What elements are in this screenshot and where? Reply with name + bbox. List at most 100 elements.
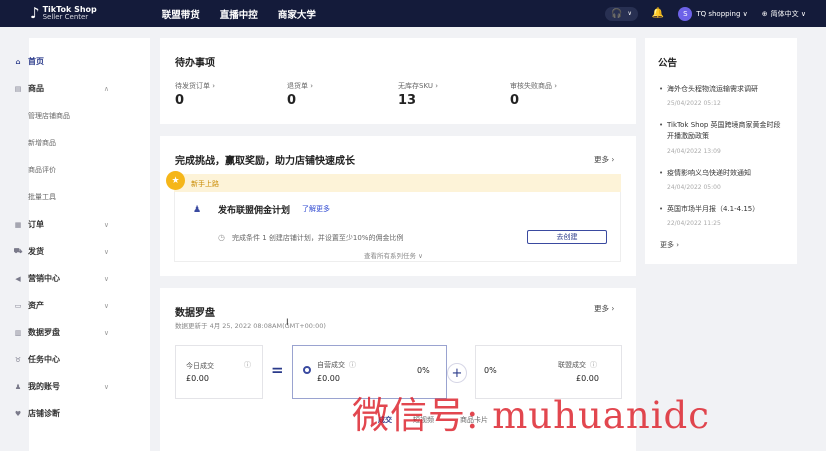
challenge-more-link[interactable]: 更多 › [594, 154, 614, 165]
sidebar-item-data-compass[interactable]: ▥ 数据罗盘 ∨ [0, 327, 121, 338]
todo-returns-link[interactable]: 退货单 › [287, 81, 313, 91]
today-sales-box[interactable]: 今日成交 ⓘ £0.00 [175, 345, 263, 399]
today-sales-label: 今日成交 [186, 362, 214, 370]
tiktok-shop-logo[interactable]: ♪ TikTok Shop Seller Center [30, 6, 97, 21]
announcement-title: 公告 [658, 58, 678, 69]
info-icon: ⓘ [244, 361, 251, 369]
todo-pending-shipment-value: 0 [175, 93, 185, 108]
sidebar-item-label: 数据罗盘 [28, 328, 60, 337]
sidebar-item-label: 我的账号 [28, 382, 60, 391]
todo-title: 待办事项 [175, 58, 215, 69]
todo-no-stock-value: 13 [398, 93, 417, 108]
announcement-date: 24/04/2022 13:09 [667, 148, 721, 155]
task-condition: 完成条件 1 创建店铺计划，并设置至少10%的佣金比例 [232, 234, 404, 242]
medal-icon: ★ [166, 171, 185, 190]
radio-selected[interactable] [303, 366, 311, 374]
sidebar-item-shipping[interactable]: ⛟ 发货 ∨ [0, 246, 121, 257]
sidebar-item-home[interactable]: ⌂ 首页 [0, 56, 121, 67]
chevron-down-icon: ∨ [103, 247, 109, 256]
sidebar-item-label: 商品 [28, 84, 44, 93]
info-icon: ⓘ [590, 361, 597, 369]
challenge-title: 完成挑战，赢取奖励，助力店铺快速成长 [175, 156, 355, 167]
announcement-item[interactable]: 英国市场半月报（4.1-4.15） [667, 204, 785, 215]
assets-icon: ▭ [14, 301, 22, 310]
language-switcher[interactable]: 简体中文 ∨ [771, 9, 806, 19]
sidebar-item-label: 首页 [28, 57, 44, 66]
account-icon: ♟ [14, 382, 22, 391]
marketing-icon: ◀ [15, 274, 21, 283]
affiliate-sales-label: 联盟成交 [558, 361, 586, 369]
sidebar-item-assets[interactable]: ▭ 资产 ∨ [0, 300, 121, 311]
affiliate-sales-percent: 0% [484, 366, 497, 375]
task-icon: ♉ [14, 355, 22, 364]
support-button[interactable]: 🎧 ∨ [605, 6, 638, 21]
nav-seller-university[interactable]: 商家大学 [278, 7, 316, 21]
todo-no-stock-link[interactable]: 无库存SKU › [398, 81, 438, 91]
chevron-down-icon: ∨ [103, 274, 109, 283]
sidebar-item-label: 订单 [28, 220, 44, 229]
shipping-icon: ⛟ [13, 247, 23, 255]
data-compass-more-link[interactable]: 更多 › [594, 303, 614, 314]
chart-icon: ▥ [14, 328, 22, 337]
chevron-down-icon: ∨ [103, 328, 109, 337]
sidebar-sub-manage-products[interactable]: 管理店铺商品 [28, 111, 70, 121]
sidebar-item-task-center[interactable]: ♉ 任务中心 [0, 354, 121, 365]
chevron-down-icon: ∨ [103, 382, 109, 391]
sidebar-item-label: 营销中心 [28, 274, 60, 283]
sidebar-sub-reviews[interactable]: 商品评价 [28, 165, 56, 175]
top-bar: ♪ TikTok Shop Seller Center 联盟带货 直播中控 商家… [0, 0, 826, 27]
announcement-item[interactable]: TikTok Shop 英国跨境商家黄金时段开播激励政策 [667, 120, 785, 142]
sidebar-item-shop-diagnosis[interactable]: ♥ 店铺诊断 [0, 408, 121, 419]
equals-sign: = [271, 361, 284, 379]
chevron-down-icon: ∨ [627, 10, 632, 17]
todo-returns-value: 0 [287, 93, 297, 108]
sidebar-item-label: 资产 [28, 301, 44, 310]
announcement-item[interactable]: 疫情影响义乌快递时效通知 [667, 168, 785, 179]
sidebar-item-label: 任务中心 [28, 355, 60, 364]
sidebar-item-my-account[interactable]: ♟ 我的账号 ∨ [0, 381, 121, 392]
order-icon: ▦ [14, 220, 22, 229]
diagnosis-icon: ♥ [14, 409, 22, 418]
chevron-down-icon: ∨ [103, 301, 109, 310]
text-cursor-icon: I [286, 318, 289, 328]
sidebar-item-products[interactable]: ▤ 商品 ∧ [0, 83, 121, 94]
beginner-label: 新手上路 [191, 180, 219, 188]
product-icon: ▤ [14, 84, 22, 93]
tiktok-logo-icon: ♪ [30, 4, 40, 22]
affiliate-sales-value: £0.00 [576, 374, 599, 383]
announcement-item[interactable]: 海外仓头程物流运输需求调研 [667, 84, 785, 95]
todo-pending-shipment-link[interactable]: 待发货订单 › [175, 81, 215, 91]
nav-affiliate[interactable]: 联盟带货 [162, 7, 200, 21]
avatar[interactable]: S [678, 6, 693, 21]
chevron-up-icon: ∧ [103, 84, 109, 93]
update-time: 数据更新于 4月 25, 2022 08:08AM(GMT+00:00) [175, 322, 326, 330]
sidebar-item-marketing[interactable]: ◀ 营销中心 ∨ [0, 273, 121, 284]
create-plan-button[interactable]: 去创建 [527, 230, 607, 244]
self-sales-percent: 0% [417, 366, 430, 375]
sidebar-item-label: 发货 [28, 247, 44, 256]
data-compass-title: 数据罗盘 [175, 308, 215, 319]
logo-subtitle: Seller Center [42, 13, 89, 21]
shop-switcher[interactable]: TQ shopping ∨ [696, 10, 747, 18]
wechat-watermark: 微信号: muhuanidc [352, 394, 710, 437]
chevron-down-icon: ∨ [103, 220, 109, 229]
info-icon: ⓘ [349, 361, 356, 369]
sidebar-item-label: 店铺诊断 [28, 409, 60, 418]
beginner-banner [174, 174, 621, 192]
plus-sign: + [447, 363, 467, 383]
bell-icon[interactable]: 🔔 [652, 8, 664, 19]
announcement-date: 22/04/2022 11:25 [667, 220, 721, 227]
globe-icon: ⊕ [761, 9, 768, 18]
today-sales-value: £0.00 [186, 374, 209, 383]
sidebar-item-orders[interactable]: ▦ 订单 ∨ [0, 219, 121, 230]
announcement-date: 24/04/2022 05:00 [667, 184, 721, 191]
view-all-tasks-link[interactable]: 查看所有系列任务 ∨ [364, 250, 423, 260]
announcement-more-link[interactable]: 更多 › [660, 240, 679, 250]
nav-live-control[interactable]: 直播中控 [220, 7, 258, 21]
task-title: 发布联盟佣金计划 [218, 206, 291, 216]
sidebar-sub-add-product[interactable]: 新增商品 [28, 138, 56, 148]
learn-more-link[interactable]: 了解更多 [302, 204, 330, 214]
announcement-date: 25/04/2022 05:12 [667, 100, 721, 107]
sidebar-sub-bulk-tools[interactable]: 批量工具 [28, 192, 56, 202]
todo-rejected-link[interactable]: 审核失败商品 › [510, 81, 557, 91]
